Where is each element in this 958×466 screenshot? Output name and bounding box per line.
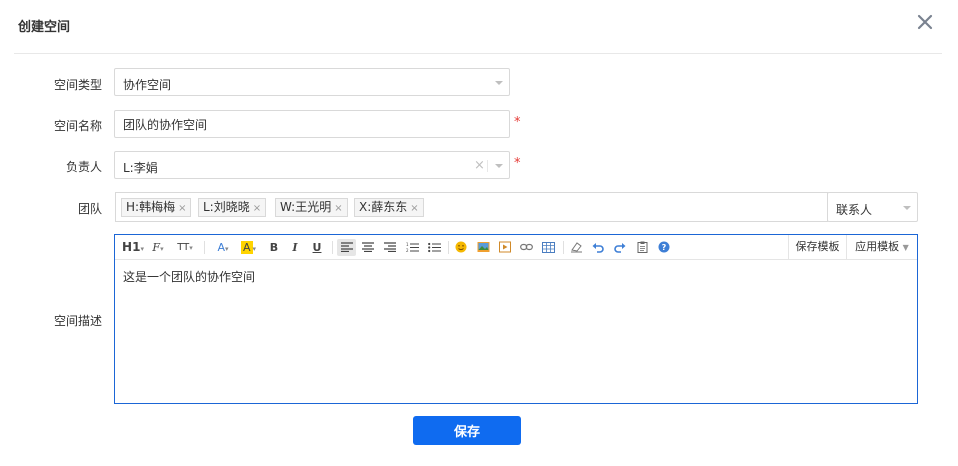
contact-select[interactable]: 联系人 xyxy=(827,192,918,222)
chevron-down-icon xyxy=(495,164,503,168)
apply-template-label: 应用模板 xyxy=(855,240,900,253)
member-tag: W:王光明 × xyxy=(275,198,348,217)
toolbar-separator xyxy=(332,241,333,254)
team-members-input[interactable]: H:韩梅梅 × L:刘晓晓 × W:王光明 × X:薛东东 × xyxy=(115,192,828,222)
editor-toolbar: H1▾ F▾ TT▾ A▾ A ▾ B I U 12 ? 保存模板 应用模板 ▼ xyxy=(115,235,917,260)
image-icon[interactable] xyxy=(475,239,491,256)
bold-button[interactable]: B xyxy=(266,239,282,256)
member-tag-label: X:薛东东 xyxy=(359,200,408,214)
description-label: 空间描述 xyxy=(53,314,102,328)
highlight-label: A xyxy=(240,241,253,254)
emoji-icon[interactable] xyxy=(453,239,469,256)
align-left-icon[interactable] xyxy=(337,239,356,256)
member-tag: H:韩梅梅 × xyxy=(121,198,192,217)
redo-icon[interactable] xyxy=(612,239,628,256)
heading-button[interactable]: H1▾ xyxy=(122,239,144,256)
owner-value: L:李娟 xyxy=(123,161,158,175)
chevron-down-icon xyxy=(495,81,503,85)
ordered-list-icon[interactable]: 12 xyxy=(404,239,420,256)
toolbar-separator xyxy=(448,241,449,254)
apply-template-button[interactable]: 应用模板 ▼ xyxy=(846,235,917,259)
font-color-button[interactable]: A▾ xyxy=(213,239,233,256)
select-separator xyxy=(487,160,488,172)
editor-content[interactable]: 这是一个团队的协作空间 xyxy=(123,268,255,285)
close-icon[interactable] xyxy=(916,13,934,31)
owner-label: 负责人 xyxy=(65,160,102,174)
dialog-title: 创建空间 xyxy=(18,20,71,35)
space-type-label: 空间类型 xyxy=(53,78,102,92)
contact-select-value: 联系人 xyxy=(836,203,873,217)
video-icon[interactable] xyxy=(497,239,513,256)
svg-text:?: ? xyxy=(662,243,667,252)
required-marker: * xyxy=(514,115,521,130)
toolbar-separator xyxy=(563,241,564,254)
align-center-icon[interactable] xyxy=(360,239,376,256)
member-tag-label: L:刘晓晓 xyxy=(203,200,250,214)
toolbar-separator xyxy=(204,241,205,254)
remove-tag-icon[interactable]: × xyxy=(410,203,418,214)
rich-text-editor[interactable]: H1▾ F▾ TT▾ A▾ A ▾ B I U 12 ? 保存模板 应用模板 ▼… xyxy=(114,234,918,404)
font-size-button[interactable]: TT▾ xyxy=(173,239,197,256)
remove-tag-icon[interactable]: × xyxy=(253,203,261,214)
remove-tag-icon[interactable]: × xyxy=(178,203,186,214)
undo-icon[interactable] xyxy=(590,239,606,256)
eraser-icon[interactable] xyxy=(568,239,584,256)
chevron-down-icon xyxy=(903,206,911,210)
heading-label: H1 xyxy=(122,240,141,254)
svg-text:1: 1 xyxy=(406,242,409,247)
help-icon[interactable]: ? xyxy=(656,239,672,256)
chevron-down-icon: ▼ xyxy=(902,243,909,252)
paste-icon[interactable] xyxy=(634,239,650,256)
owner-select[interactable]: L:李娟 × xyxy=(114,151,510,179)
team-label: 团队 xyxy=(77,202,102,216)
space-name-input[interactable] xyxy=(114,110,510,138)
member-tag-label: H:韩梅梅 xyxy=(126,200,176,214)
member-tag: L:刘晓晓 × xyxy=(198,198,267,217)
save-template-button[interactable]: 保存模板 xyxy=(788,235,846,259)
font-color-label: A xyxy=(217,241,225,254)
highlight-button[interactable]: A ▾ xyxy=(238,239,259,256)
member-tag-label: W:王光明 xyxy=(280,200,332,214)
link-icon[interactable] xyxy=(518,239,534,256)
dialog-header: 创建空间 xyxy=(0,0,958,54)
required-marker: * xyxy=(514,156,521,171)
italic-button[interactable]: I xyxy=(287,239,303,256)
svg-text:2: 2 xyxy=(406,248,409,253)
member-tag: X:薛东东 × xyxy=(354,198,424,217)
align-right-icon[interactable] xyxy=(382,239,398,256)
font-size-label: TT xyxy=(177,242,190,253)
save-button[interactable]: 保存 xyxy=(413,416,521,445)
remove-tag-icon[interactable]: × xyxy=(334,203,342,214)
clear-icon[interactable]: × xyxy=(474,158,485,173)
font-family-label: F xyxy=(152,241,161,254)
space-type-value: 协作空间 xyxy=(123,78,172,92)
table-icon[interactable] xyxy=(540,239,556,256)
font-family-button[interactable]: F▾ xyxy=(147,239,169,256)
space-type-select[interactable]: 协作空间 xyxy=(114,68,510,96)
header-divider xyxy=(14,53,942,54)
underline-button[interactable]: U xyxy=(309,239,325,256)
space-name-label: 空间名称 xyxy=(53,119,102,133)
unordered-list-icon[interactable] xyxy=(426,239,442,256)
